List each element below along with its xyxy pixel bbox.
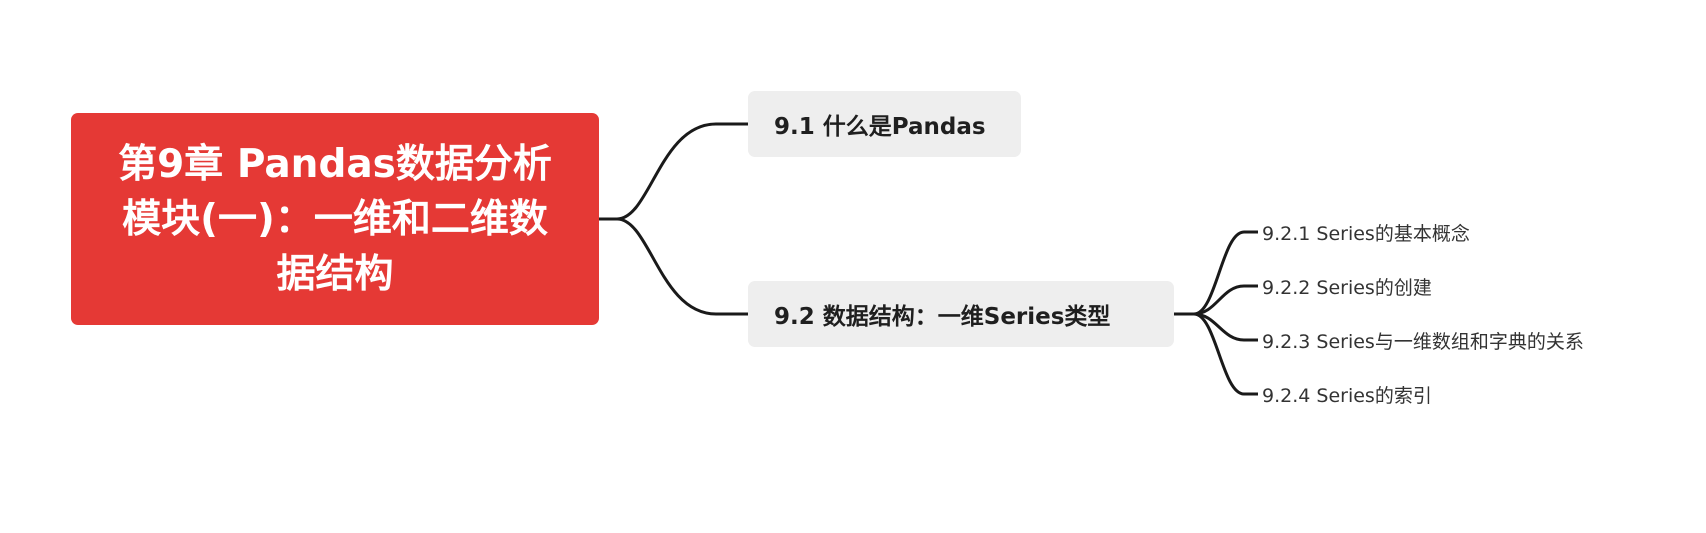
subtopic-label-9-2-2: 9.2.2 Series的创建 bbox=[1262, 276, 1432, 299]
topic-label-9-2: 9.2 数据结构：一维Series类型 bbox=[774, 304, 1111, 330]
subtopic-node-9-2-4[interactable]: 9.2.4 Series的索引 bbox=[1262, 379, 1432, 409]
topic-node-9-1[interactable]: 9.1 什么是Pandas bbox=[748, 91, 1021, 157]
connector-topic2-sub-3 bbox=[1174, 312, 1258, 342]
subtopic-node-9-2-2[interactable]: 9.2.2 Series的创建 bbox=[1262, 271, 1432, 301]
root-topic-label: 第9章 Pandas数据分析模块(一)：一维和二维数据结构 bbox=[118, 141, 552, 297]
topic-label-9-1: 9.1 什么是Pandas bbox=[774, 114, 986, 140]
mindmap-canvas: 第9章 Pandas数据分析模块(一)：一维和二维数据结构 9.1 什么是Pan… bbox=[0, 0, 1706, 529]
subtopic-node-9-2-3[interactable]: 9.2.3 Series与一维数组和字典的关系 bbox=[1262, 325, 1584, 355]
connector-root-topic-1 bbox=[599, 122, 748, 221]
subtopic-label-9-2-1: 9.2.1 Series的基本概念 bbox=[1262, 222, 1470, 245]
subtopic-label-9-2-4: 9.2.4 Series的索引 bbox=[1262, 384, 1432, 407]
connector-topic2-sub-2 bbox=[1174, 284, 1258, 316]
subtopic-label-9-2-3: 9.2.3 Series与一维数组和字典的关系 bbox=[1262, 330, 1584, 353]
subtopic-node-9-2-1[interactable]: 9.2.1 Series的基本概念 bbox=[1262, 217, 1470, 247]
connector-root-topic-2 bbox=[599, 217, 748, 316]
root-topic-node[interactable]: 第9章 Pandas数据分析模块(一)：一维和二维数据结构 bbox=[71, 113, 599, 325]
topic-node-9-2[interactable]: 9.2 数据结构：一维Series类型 bbox=[748, 281, 1174, 347]
